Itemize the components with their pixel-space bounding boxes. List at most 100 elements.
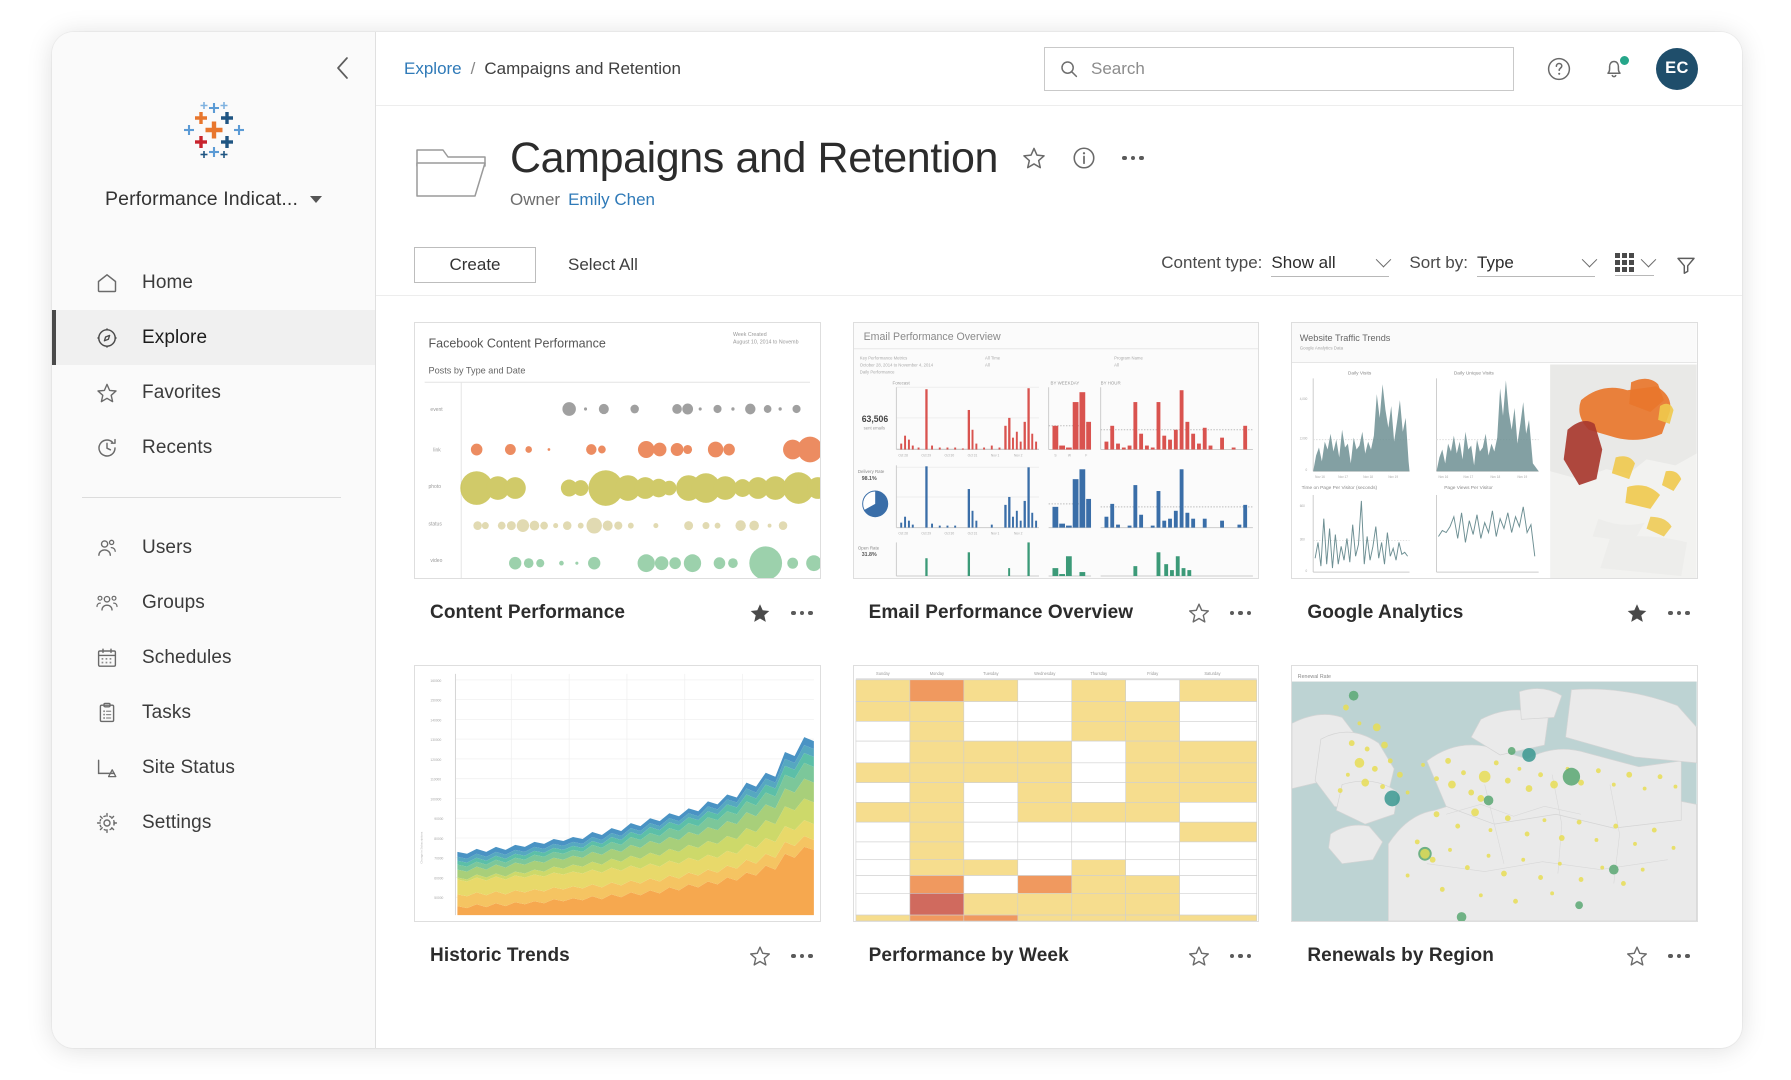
card-footer: Content Performance <box>414 579 821 647</box>
search-input[interactable] <box>1091 58 1499 79</box>
tableau-logo <box>183 102 244 158</box>
card-more-actions-button[interactable] <box>1666 948 1692 965</box>
help-button[interactable] <box>1544 54 1574 84</box>
sidebar-item-label: Groups <box>142 591 205 613</box>
svg-text:BY WEEKDAY: BY WEEKDAY <box>1050 380 1079 385</box>
star-outline-icon <box>1023 147 1045 169</box>
site-name: Performance Indicat... <box>105 188 298 210</box>
owner-name-link[interactable]: Emily Chen <box>568 190 655 210</box>
content-card[interactable]: Website Traffic Trends Google Analytics … <box>1291 322 1698 647</box>
sidebar-item-schedules[interactable]: Schedules <box>52 630 375 685</box>
sidebar-item-tasks[interactable]: Tasks <box>52 685 375 740</box>
card-title: Email Performance Overview <box>868 602 1134 624</box>
content-card[interactable]: Email Performance Overview Key Performan… <box>852 322 1260 647</box>
chevron-down-icon <box>1581 252 1598 268</box>
breadcrumb-explore[interactable]: Explore <box>404 59 462 79</box>
card-title: Historic Trends <box>430 945 570 967</box>
sidebar-item-settings[interactable]: Settings <box>52 795 375 850</box>
select-all-button[interactable]: Select All <box>568 255 638 275</box>
card-favorite-button[interactable] <box>747 600 773 626</box>
page-title: Campaigns and Retention <box>510 134 999 182</box>
svg-text:300: 300 <box>1300 538 1305 542</box>
notifications-button[interactable] <box>1600 54 1630 84</box>
sidebar-item-groups[interactable]: Groups <box>52 575 375 630</box>
sidebar-item-explore[interactable]: Explore <box>52 310 375 365</box>
content-card[interactable]: Facebook Content Performance Week Create… <box>414 322 821 647</box>
notification-badge <box>1619 54 1630 66</box>
card-title: Performance by Week <box>868 945 1069 967</box>
svg-text:August 10, 2014 to Novemb: August 10, 2014 to Novemb <box>733 340 799 346</box>
card-more-actions-button[interactable] <box>789 948 815 965</box>
breadcrumb: Explore / Campaigns and Retention <box>404 59 681 79</box>
svg-text:90000: 90000 <box>434 817 443 821</box>
card-favorite-button[interactable] <box>1624 943 1650 969</box>
thumbnail-content-performance[interactable]: Facebook Content Performance Week Create… <box>414 322 821 580</box>
thumbnail-historic-trends[interactable]: 160000 150000 140000 130000 120000 110000 10… <box>414 665 821 923</box>
card-footer: Performance by Week <box>853 922 1260 990</box>
star-outline-icon <box>1188 946 1209 966</box>
thumbnail-google-analytics[interactable]: Website Traffic Trends Google Analytics … <box>1291 322 1698 580</box>
svg-text:BY HOUR: BY HOUR <box>1100 380 1121 385</box>
thumbnail-performance-by-week[interactable]: Sunday Monday Tuesday Wednesday Thursday Fri… <box>852 665 1260 923</box>
svg-text:50000: 50000 <box>434 896 443 900</box>
sidebar-item-favorites[interactable]: Favorites <box>52 365 375 420</box>
content-card[interactable]: 160000 150000 140000 130000 120000 110000 10… <box>414 665 821 990</box>
svg-text:event: event <box>430 407 443 413</box>
content-type-value: Show all <box>1271 252 1336 272</box>
content-type-select[interactable]: Show all <box>1271 252 1392 277</box>
site-selector[interactable]: Performance Indicat... <box>105 188 322 211</box>
symbol-map-thumbnail: Renewal Rate <box>1292 666 1697 922</box>
sort-by-value: Type <box>1477 252 1514 272</box>
sidebar-item-home[interactable]: Home <box>52 255 375 310</box>
svg-text:Nov 17: Nov 17 <box>1339 475 1349 479</box>
card-favorite-button[interactable] <box>1186 600 1212 626</box>
top-bar: Explore / Campaigns and Retention Search… <box>376 32 1742 106</box>
card-favorite-button[interactable] <box>747 943 773 969</box>
svg-text:63,506: 63,506 <box>861 414 888 424</box>
favorite-toggle-button[interactable] <box>1020 144 1048 172</box>
card-more-actions-button[interactable] <box>1228 605 1254 622</box>
svg-text:Daily Unique Visits: Daily Unique Visits <box>1454 371 1494 377</box>
card-favorite-button[interactable] <box>1624 600 1650 626</box>
content-card[interactable]: Sunday Monday Tuesday Wednesday Thursday Fri… <box>852 665 1260 990</box>
sidebar-item-site-status[interactable]: Site Status <box>52 740 375 795</box>
content-card-grid: Facebook Content Performance Week Create… <box>414 322 1698 990</box>
card-more-actions-button[interactable] <box>789 605 815 622</box>
sidebar-collapse-button[interactable] <box>329 54 357 82</box>
chevron-down-icon <box>1640 252 1657 268</box>
details-info-button[interactable] <box>1070 144 1098 172</box>
svg-text:Change in Subscriptions: Change in Subscriptions <box>420 831 424 863</box>
card-actions <box>747 600 815 626</box>
card-favorite-button[interactable] <box>1186 943 1212 969</box>
card-more-actions-button[interactable] <box>1228 948 1254 965</box>
sidebar-item-users[interactable]: Users <box>52 520 375 575</box>
sort-by-select[interactable]: Type <box>1477 252 1598 277</box>
avatar[interactable]: EC <box>1656 47 1698 90</box>
sidebar-item-recents[interactable]: Recents <box>52 420 375 475</box>
content-card[interactable]: Renewal Rate Renewals by Region <box>1291 665 1698 990</box>
svg-text:4,000: 4,000 <box>1300 397 1308 401</box>
svg-text:Open Rate: Open Rate <box>858 545 880 550</box>
svg-text:600: 600 <box>1300 504 1305 508</box>
svg-text:Posts by Type and Date: Posts by Type and Date <box>428 365 525 375</box>
stacked-area-thumbnail: 160000 150000 140000 130000 120000 110000 10… <box>415 666 820 922</box>
chevron-left-icon <box>337 57 348 79</box>
svg-text:100000: 100000 <box>430 798 441 802</box>
card-more-actions-button[interactable] <box>1666 605 1692 622</box>
svg-text:Nov 18: Nov 18 <box>1364 475 1374 479</box>
sidebar-item-label: Tasks <box>142 701 192 723</box>
gear-icon <box>94 810 120 836</box>
thumbnail-email-performance[interactable]: Email Performance Overview Key Performan… <box>852 322 1260 580</box>
ellipsis-icon <box>1685 610 1690 616</box>
thumbnail-renewals-by-region[interactable]: Renewal Rate <box>1291 665 1698 923</box>
create-button[interactable]: Create <box>414 246 536 283</box>
card-title: Google Analytics <box>1307 602 1464 624</box>
page-more-actions-button[interactable] <box>1120 150 1146 167</box>
clipboard-icon <box>94 700 120 726</box>
filter-button[interactable] <box>1674 253 1698 277</box>
star-outline-icon <box>1627 946 1648 966</box>
view-mode-button[interactable] <box>1615 252 1657 277</box>
search-box[interactable] <box>1044 46 1514 91</box>
svg-text:Nov 17: Nov 17 <box>1464 475 1474 479</box>
card-actions <box>747 943 815 969</box>
